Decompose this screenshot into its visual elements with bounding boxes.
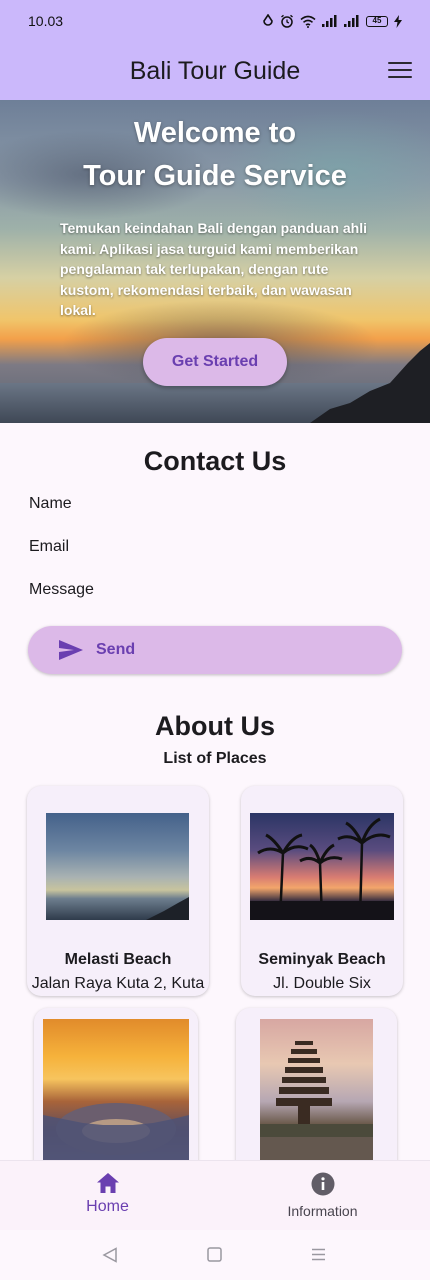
cliff-image	[310, 343, 430, 423]
alarm-icon	[281, 14, 293, 28]
data-saver-icon	[263, 14, 273, 26]
recents-icon[interactable]	[311, 1247, 326, 1262]
wifi-icon	[300, 15, 316, 28]
nav-home[interactable]: Home	[0, 1161, 215, 1231]
place-name: Seminyak Beach	[258, 951, 386, 968]
email-field[interactable]: Email	[29, 538, 69, 556]
about-title: About Us	[155, 711, 275, 741]
battery-icon: 45	[366, 15, 388, 27]
place-card-3[interactable]	[34, 1008, 198, 1178]
send-button[interactable]: Send	[28, 626, 402, 674]
places-subtitle: List of Places	[163, 750, 267, 767]
system-navigation	[0, 1230, 430, 1280]
nav-home-label: Home	[86, 1198, 129, 1215]
name-field[interactable]: Name	[29, 495, 72, 513]
place-card-melasti[interactable]: Melasti Beach Jalan Raya Kuta 2, Kuta	[27, 786, 209, 996]
message-field[interactable]: Message	[29, 581, 94, 599]
place-card-4[interactable]	[236, 1008, 397, 1178]
nav-information-label: Information	[287, 1203, 358, 1219]
status-bar: 10.03 45	[0, 0, 430, 42]
back-icon[interactable]	[102, 1247, 118, 1263]
home-icon	[96, 1173, 119, 1193]
place-image	[43, 1019, 189, 1169]
status-time: 10.03	[28, 13, 64, 29]
place-image	[250, 813, 394, 921]
status-icons: 45	[262, 14, 402, 28]
send-label: Send	[96, 641, 136, 658]
info-icon	[311, 1172, 334, 1196]
signal-icon	[322, 15, 337, 27]
signal-icon-2	[344, 15, 359, 27]
charging-icon	[394, 14, 402, 28]
hero-title-line1: Welcome to	[133, 117, 297, 149]
app-bar: Bali Tour Guide	[0, 42, 430, 100]
nav-information[interactable]: Information	[215, 1161, 430, 1231]
bottom-navigation: Home Information	[0, 1160, 430, 1230]
place-address: Jl. Double Six	[273, 975, 371, 992]
place-image	[260, 1019, 373, 1169]
place-address: Jalan Raya Kuta 2, Kuta	[31, 975, 205, 992]
hero-description: Temukan keindahan Bali dengan panduan ah…	[60, 220, 368, 318]
home-nav-icon[interactable]	[207, 1247, 222, 1262]
menu-icon[interactable]	[388, 58, 412, 82]
app-title: Bali Tour Guide	[129, 56, 301, 85]
place-image	[46, 813, 189, 920]
send-icon	[59, 640, 83, 660]
contact-title: Contact Us	[143, 446, 287, 476]
place-name: Melasti Beach	[64, 951, 172, 968]
hero-banner: Welcome to Tour Guide Service Temukan ke…	[0, 100, 430, 423]
place-card-seminyak[interactable]: Seminyak Beach Jl. Double Six	[241, 786, 403, 996]
hero-title-line2: Tour Guide Service	[83, 160, 347, 192]
hero-title: Welcome to Tour Guide Service	[0, 112, 430, 198]
get-started-button[interactable]: Get Started	[143, 338, 287, 386]
